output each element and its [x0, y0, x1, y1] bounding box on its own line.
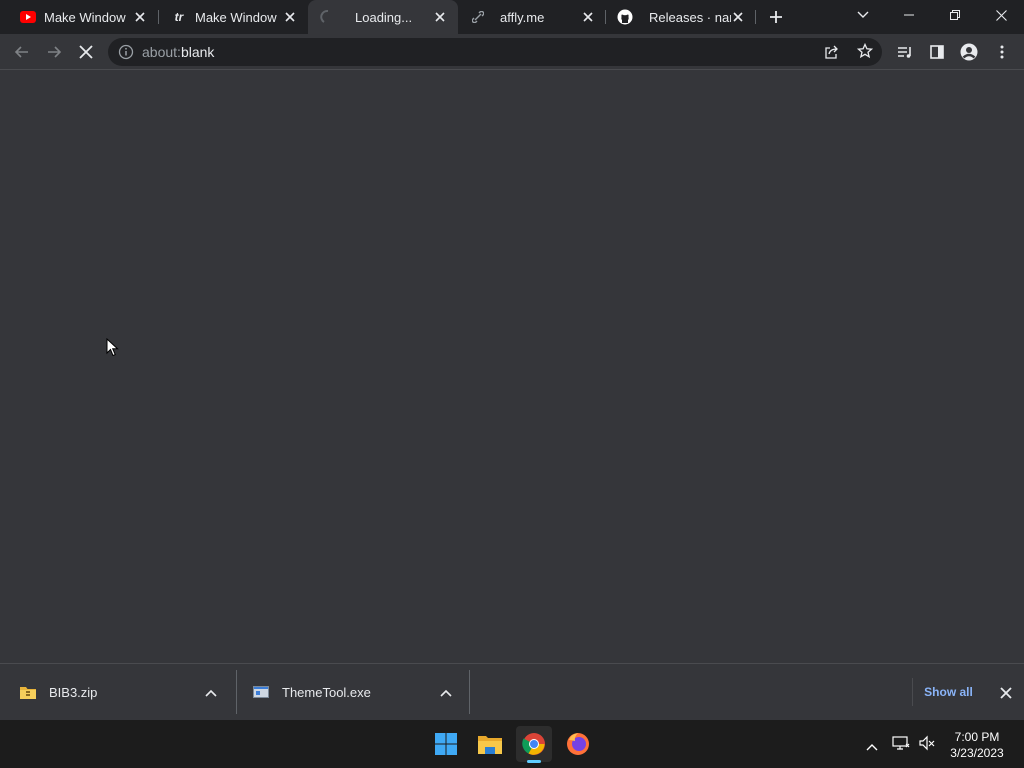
system-clock[interactable]: 7:00 PM 3/23/2023 [942, 729, 1012, 761]
chevron-down-icon [857, 11, 869, 18]
close-download-bar-icon[interactable] [1000, 686, 1012, 704]
profile-button[interactable] [955, 38, 983, 66]
minimize-icon [904, 14, 914, 16]
download-item[interactable]: BIB3.zip [0, 664, 236, 721]
close-icon [995, 9, 1007, 21]
windows-start-icon[interactable] [428, 726, 464, 762]
loading-spinner-icon [320, 9, 336, 25]
media-control-button[interactable] [891, 38, 919, 66]
page-content [0, 71, 1024, 663]
minimize-button[interactable] [886, 0, 932, 30]
firefox-icon[interactable] [560, 726, 596, 762]
tab-title: Make Windows [195, 9, 277, 25]
url-path: blank [180, 44, 215, 60]
side-panel-button[interactable] [923, 38, 951, 66]
download-filename: BIB3.zip [49, 685, 98, 700]
tab-affly[interactable]: affly.me [458, 0, 606, 34]
close-window-button[interactable] [978, 0, 1024, 30]
download-bar: BIB3.zip ThemeTool.exe Show all [0, 663, 1024, 720]
clock-time: 7:00 PM [954, 730, 1000, 744]
tab-strip: Make Windows tr Make Windows Loading... … [0, 0, 1024, 34]
kebab-menu-icon [1000, 45, 1004, 59]
exe-file-icon [253, 684, 269, 703]
download-item[interactable]: ThemeTool.exe [237, 664, 469, 721]
chevron-up-icon[interactable] [440, 685, 452, 700]
network-icon[interactable] [892, 735, 910, 756]
menu-button[interactable] [988, 38, 1016, 66]
stop-loading-button[interactable] [72, 38, 100, 66]
download-separator [469, 670, 470, 714]
tab-youtube[interactable]: Make Windows [0, 0, 158, 34]
url-text: about:blank [142, 44, 214, 60]
zip-file-icon [19, 684, 37, 703]
close-tab-icon[interactable] [432, 9, 448, 25]
new-tab-button[interactable] [766, 7, 786, 27]
tab-separator [755, 10, 756, 24]
tab-loading[interactable]: Loading... [308, 0, 458, 34]
close-tab-icon[interactable] [132, 9, 148, 25]
windows-taskbar: 7:00 PM 3/23/2023 [0, 720, 1024, 768]
tab-search-button[interactable] [840, 0, 886, 30]
download-filename: ThemeTool.exe [282, 685, 371, 700]
show-all-downloads-button[interactable]: Show all [912, 678, 984, 706]
mouse-cursor-icon [106, 338, 119, 357]
chrome-icon[interactable] [516, 726, 552, 763]
arrow-right-icon [48, 46, 62, 58]
close-tab-icon[interactable] [580, 9, 596, 25]
info-icon[interactable] [118, 44, 134, 65]
volume-muted-icon[interactable] [918, 735, 936, 756]
address-bar[interactable]: about:blank [108, 38, 882, 66]
forward-button[interactable] [40, 38, 68, 66]
clock-date: 3/23/2023 [950, 746, 1004, 760]
tab-title: affly.me [500, 9, 545, 25]
close-tab-icon[interactable] [282, 9, 298, 25]
arrow-left-icon [14, 46, 28, 58]
file-explorer-icon[interactable] [472, 726, 508, 762]
plus-icon [770, 11, 782, 23]
browser-toolbar: about:blank [0, 34, 1024, 70]
tab-tr-site[interactable]: tr Make Windows [151, 0, 308, 34]
tab-title: Make Windows [44, 9, 126, 25]
close-icon [79, 45, 93, 59]
share-icon[interactable] [824, 44, 840, 65]
youtube-icon [20, 9, 36, 25]
close-tab-icon[interactable] [730, 9, 746, 25]
chevron-up-icon[interactable] [866, 738, 878, 756]
side-panel-icon [930, 45, 944, 59]
tr-icon-text: tr [174, 10, 184, 24]
url-scheme: about: [142, 44, 181, 60]
restore-button[interactable] [932, 0, 978, 30]
tab-github-releases[interactable]: Releases · nama [606, 0, 756, 34]
tab-title: Releases · nama [649, 9, 731, 25]
avatar-icon [960, 43, 978, 61]
github-icon [617, 9, 633, 25]
chevron-up-icon[interactable] [205, 685, 217, 700]
tr-site-icon: tr [171, 9, 187, 25]
link-icon [470, 9, 486, 25]
bookmark-star-icon[interactable] [856, 42, 874, 64]
active-app-indicator [527, 760, 541, 763]
playlist-icon [898, 47, 911, 58]
back-button[interactable] [8, 38, 36, 66]
restore-icon [950, 10, 960, 20]
tab-title: Loading... [355, 9, 413, 25]
